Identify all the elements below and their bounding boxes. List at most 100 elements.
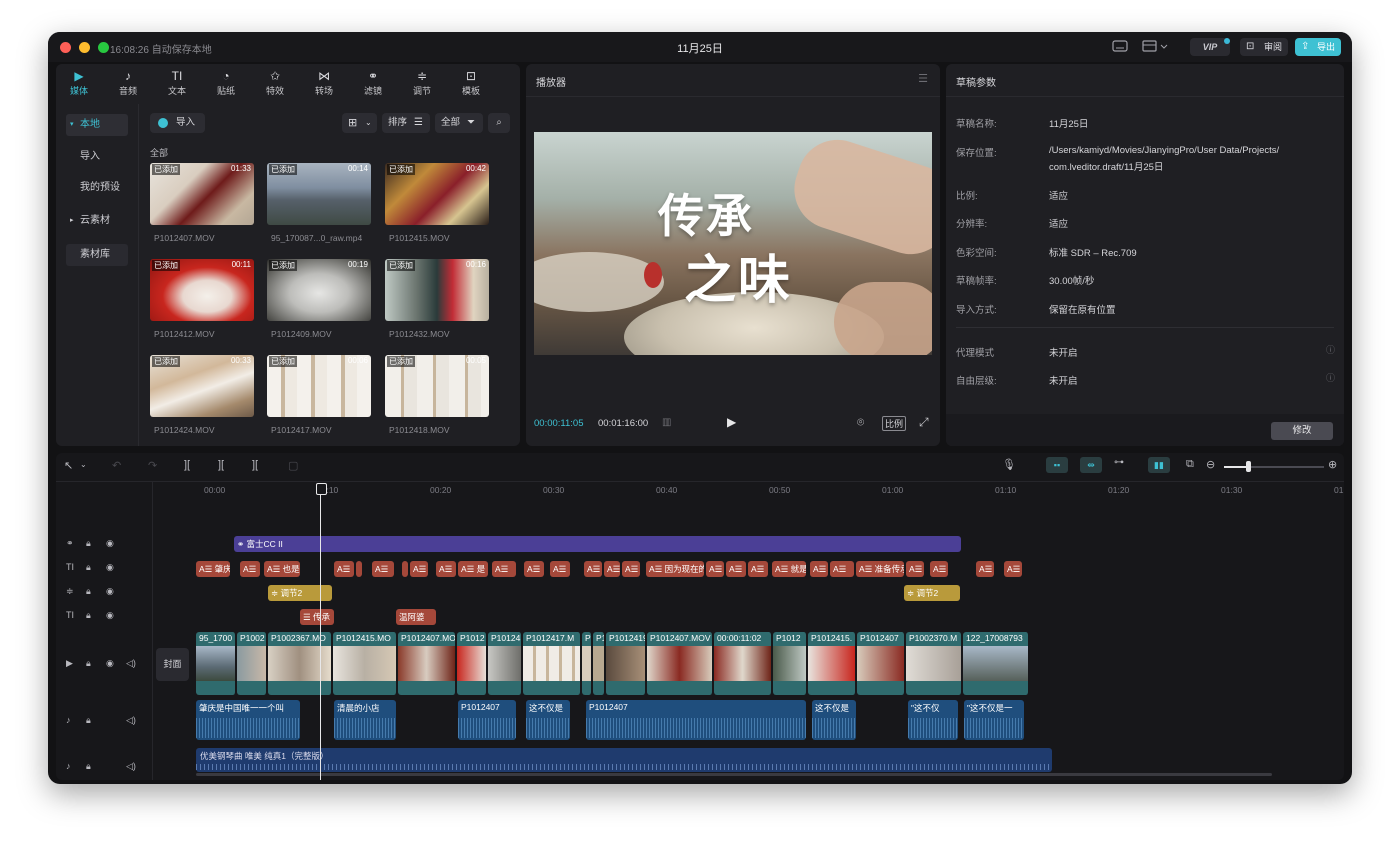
audio-clip[interactable]: P1012407 [586, 700, 806, 740]
trim-right-icon[interactable]: ][ [252, 459, 258, 471]
audio-clip[interactable]: 清晨的小店 [334, 700, 396, 740]
eye-icon[interactable]: ◉ [106, 562, 114, 573]
sort-button[interactable]: 排序 ☰ [382, 113, 430, 133]
tab-filter[interactable]: ⚭ 滤镜 [350, 68, 396, 97]
info-icon[interactable]: ⓘ [1326, 343, 1335, 356]
text-clip[interactable]: A☰ [706, 561, 724, 577]
modify-button[interactable]: 修改 [1271, 422, 1333, 440]
video-clip[interactable]: P1012407.MO [398, 632, 456, 695]
keyboard-icon[interactable] [1112, 39, 1128, 55]
audio-clip[interactable]: "这不仅是一 [964, 700, 1024, 740]
lock-icon[interactable]: 🔒︎ [86, 658, 91, 669]
video-clip[interactable]: P1012407 [857, 632, 905, 695]
video-clip[interactable]: P10124 [488, 632, 522, 695]
tab-sticker[interactable]: ◔ 贴纸 [203, 68, 249, 97]
tab-effects[interactable]: ✩ 特效 [252, 68, 298, 97]
video-clip[interactable]: P1002 [237, 632, 267, 695]
text-clip[interactable]: A☰ [436, 561, 456, 577]
layout-icon[interactable] [1142, 39, 1168, 55]
audio-clip[interactable]: 这不仅是 [526, 700, 570, 740]
microphone-icon[interactable]: 🎙 [1002, 458, 1016, 471]
sidebar-item-cloud[interactable]: ▸ 云素材 [66, 210, 128, 232]
video-clip[interactable]: P [582, 632, 592, 695]
music-clip[interactable]: 优美钢琴曲 唯美 纯真1（完整版） [196, 748, 1052, 772]
speaker-icon[interactable]: ◁) [126, 715, 136, 726]
text-clip[interactable]: A☰ [810, 561, 828, 577]
adjust-clip[interactable]: ≑ 调节2 [904, 585, 960, 601]
search-button[interactable]: ⌕ [488, 113, 510, 133]
playhead-handle[interactable] [316, 483, 327, 495]
text-clip[interactable]: A☰ [372, 561, 394, 577]
speaker-icon[interactable]: ◁) [126, 761, 136, 772]
video-clip[interactable]: P10 [593, 632, 605, 695]
text-clip[interactable]: A☰ 就是 [772, 561, 806, 577]
select-tool-icon[interactable]: ↖ [64, 459, 73, 472]
text-clip[interactable]: A☰ 也是 [264, 561, 300, 577]
text-clip[interactable]: A☰ [550, 561, 570, 577]
tab-transition[interactable]: ⋈ 转场 [301, 68, 347, 97]
horizontal-scrollbar[interactable] [196, 773, 1272, 776]
ratio-button[interactable]: 比例 [882, 416, 907, 431]
video-clip[interactable]: P1012 [773, 632, 807, 695]
delete-icon[interactable]: ▢ [288, 459, 298, 472]
video-clip[interactable]: 95_1700 [196, 632, 236, 695]
text-clip[interactable]: A☰ [240, 561, 260, 577]
audio-clip[interactable]: 肇庆是中国唯一一个叫 [196, 700, 300, 740]
fullscreen-icon[interactable]: ⤢ [919, 415, 929, 430]
redo-icon[interactable]: ↷ [148, 459, 157, 472]
text-clip[interactable]: A☰ [622, 561, 640, 577]
eye-icon[interactable]: ◉ [106, 538, 114, 549]
info-icon[interactable]: ⓘ [1326, 371, 1335, 384]
undo-icon[interactable]: ↶ [112, 459, 121, 472]
filter-all-button[interactable]: 全部 ⏷ [435, 113, 483, 133]
video-clip[interactable]: 122_17008793 [963, 632, 1029, 695]
sidebar-item-library[interactable]: 素材库 [66, 244, 128, 266]
text-clip[interactable]: A☰ 肇庆 [196, 561, 230, 577]
text-clip[interactable]: A☰ [976, 561, 994, 577]
video-clip[interactable]: 00:00:11:02 [714, 632, 772, 695]
tab-media[interactable]: ▶ 媒体 [56, 68, 102, 97]
export-button[interactable]: ⇪ 导出 [1295, 38, 1341, 56]
snapshot-icon[interactable]: ⌾ [857, 415, 864, 430]
text-clip[interactable]: A☰ [726, 561, 746, 577]
video-clip[interactable]: P1012417.M [523, 632, 581, 695]
video-clip[interactable]: P1002367.MO [268, 632, 332, 695]
frames-icon[interactable]: ▥ [662, 417, 671, 428]
text-clip[interactable] [402, 561, 408, 577]
time-ruler[interactable]: 00:00 00:10 00:20 00:30 00:40 00:50 01:0… [204, 485, 1344, 497]
tab-audio[interactable]: ♪ 音频 [105, 68, 151, 97]
audio-clip[interactable]: P1012407 [458, 700, 516, 740]
video-clip[interactable]: P1012407.MOV [647, 632, 713, 695]
lock-icon[interactable]: 🔒︎ [86, 610, 91, 621]
lock-icon[interactable]: 🔒︎ [86, 586, 91, 597]
text-clip[interactable]: A☰ [930, 561, 948, 577]
lock-icon[interactable]: 🔒︎ [86, 562, 91, 573]
play-icon[interactable]: ▶ [727, 415, 736, 429]
text-clip[interactable]: A☰ [524, 561, 544, 577]
text-clip[interactable]: A☰ [1004, 561, 1022, 577]
zoom-slider-handle[interactable] [1246, 461, 1251, 472]
zoom-out-icon[interactable]: ⊖ [1206, 458, 1215, 471]
menu-icon[interactable]: ☰ [918, 72, 928, 85]
video-clip[interactable]: P1012415. [808, 632, 856, 695]
cover-button[interactable]: 封面 [156, 648, 189, 681]
text-clip[interactable]: A☰ [906, 561, 924, 577]
eye-icon[interactable]: ◉ [106, 586, 114, 597]
subtitle-clip[interactable]: 温阿婆 [396, 609, 436, 625]
chevron-down-icon[interactable]: ⌄ [80, 460, 87, 469]
view-mode-button[interactable]: ⊞ ⌄ [342, 113, 377, 133]
review-button[interactable]: ⊡ 审阅 [1240, 38, 1288, 56]
zoom-in-icon[interactable]: ⊕ [1328, 458, 1337, 471]
video-clip[interactable]: P1002370.M [906, 632, 962, 695]
adjust-clip[interactable]: ≑ 调节2 [268, 585, 332, 601]
sidebar-item-local[interactable]: ▾ 本地 [66, 114, 128, 136]
text-clip[interactable]: A☰ [334, 561, 354, 577]
preview-axis-icon[interactable]: ▮▮ [1148, 457, 1170, 473]
text-clip[interactable]: A☰ [748, 561, 768, 577]
audio-clip[interactable]: 这不仅是 [812, 700, 856, 740]
snap-icon[interactable]: ⇹ [1080, 457, 1102, 473]
lock-icon[interactable]: 🔒︎ [86, 761, 91, 772]
video-clip[interactable]: P1012415.MO [333, 632, 397, 695]
text-clip[interactable]: A☰ [604, 561, 620, 577]
filter-clip[interactable]: ⚭ 富士CC II [234, 536, 961, 552]
